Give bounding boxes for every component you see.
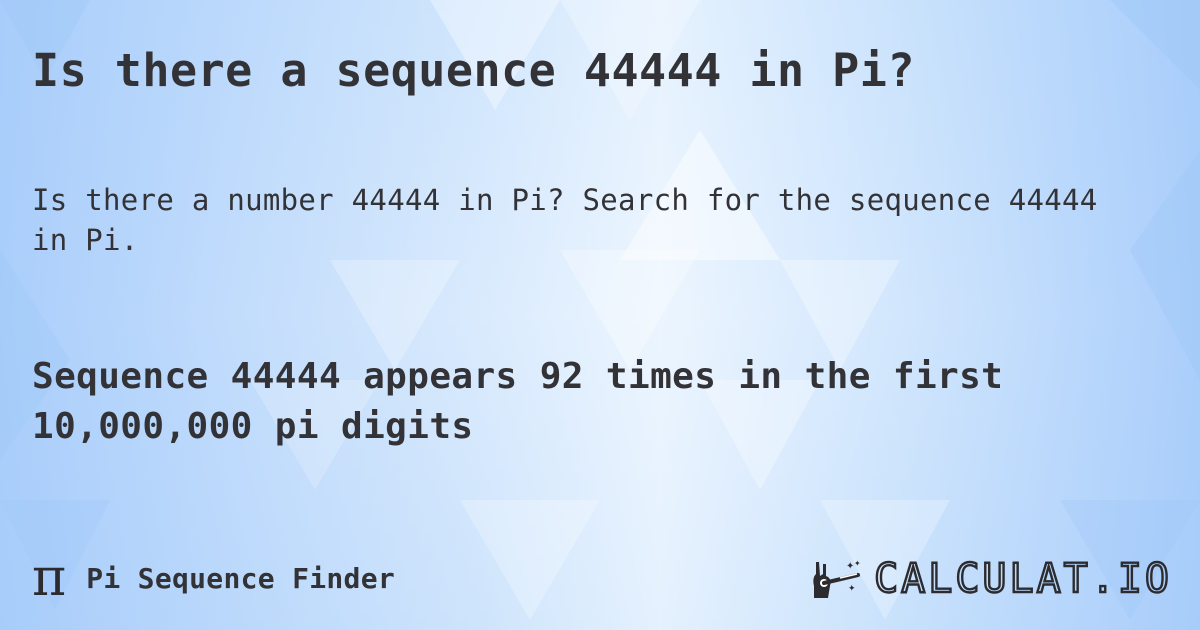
content: Is there a sequence 44444 in Pi? Is ther… bbox=[0, 0, 1200, 630]
pi-icon: π bbox=[32, 548, 67, 608]
result-text: Sequence 44444 appears 92 times in the f… bbox=[32, 356, 1004, 447]
svg-text:✦: ✦ bbox=[848, 584, 856, 594]
calculat-logo: ✦ ✦ ✦ CALCULAT.IO bbox=[810, 555, 1172, 603]
logo-text: CALCULAT.IO bbox=[873, 555, 1172, 603]
tool-name: Pi Sequence Finder bbox=[86, 561, 396, 595]
page-title: Is there a sequence 44444 in Pi? bbox=[32, 44, 915, 97]
svg-text:✦: ✦ bbox=[854, 559, 861, 568]
tool-branding: π Pi Sequence Finder bbox=[32, 552, 395, 604]
page-description: Is there a number 44444 in Pi? Search fo… bbox=[32, 183, 1098, 257]
magic-wand-hand-icon: ✦ ✦ ✦ bbox=[813, 559, 861, 598]
